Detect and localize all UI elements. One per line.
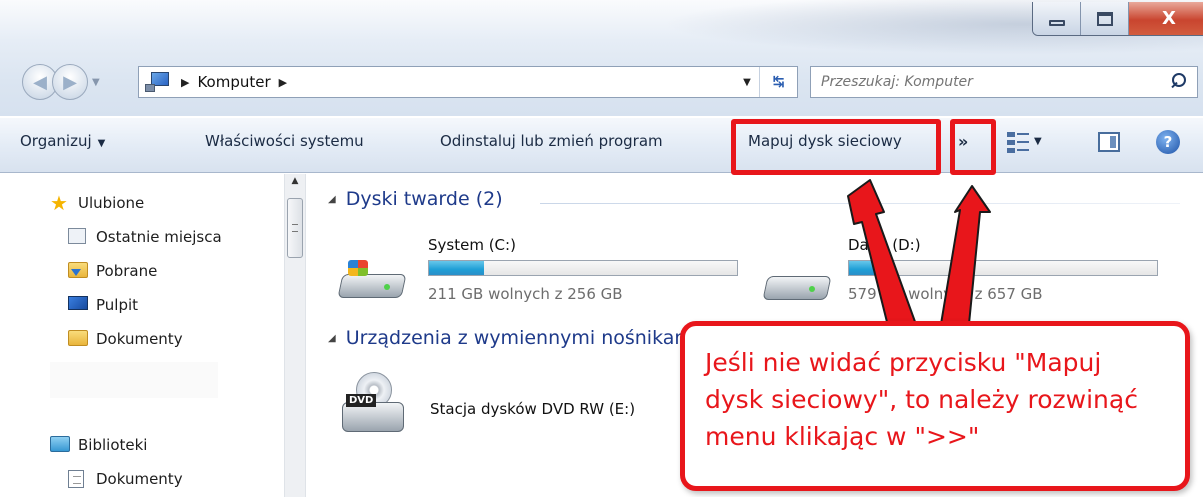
drive-usage-bar — [428, 260, 738, 276]
sidebar-item-label: Dokumenty — [96, 470, 183, 488]
collapse-triangle-icon[interactable]: ◢ — [328, 194, 336, 205]
drive-free-space: 579 GB wolnych z 657 GB — [848, 285, 1043, 303]
document-icon — [68, 470, 84, 488]
sidebar-item-recent-places[interactable]: Ostatnie miejsca — [68, 228, 222, 246]
group-header-label: Dyski twarde (2) — [345, 188, 503, 210]
sidebar-item-label: Ulubione — [78, 194, 145, 212]
group-header-hard-drives[interactable]: ◢ Dyski twarde (2) — [328, 188, 503, 210]
drive-name[interactable]: Dane (D:) — [848, 236, 921, 254]
highlight-map-drive — [731, 119, 941, 175]
star-icon: ★ — [50, 191, 68, 215]
highlight-more-button — [950, 119, 996, 175]
maximize-icon — [1096, 11, 1113, 26]
breadcrumb-arrow-icon[interactable]: ▶ — [181, 76, 189, 89]
forward-button[interactable]: ▶ — [52, 64, 88, 100]
sidebar-scrollbar[interactable]: ▲ — [284, 174, 306, 497]
desktop-icon — [68, 296, 88, 310]
address-bar[interactable]: ▶ Komputer ▶ ▼ ↹ — [138, 66, 798, 98]
drive-usage-fill — [429, 261, 485, 275]
command-bar: Organizuj ▼ Właściwości systemu Odinstalu… — [0, 118, 1203, 173]
organize-menu[interactable]: Organizuj ▼ — [20, 132, 105, 150]
group-header-label: Urządzenia z wymiennymi nośnikami (1) — [345, 327, 732, 349]
close-button[interactable]: X — [1129, 2, 1203, 35]
breadcrumb-computer[interactable]: Komputer — [197, 73, 270, 91]
preview-pane-icon[interactable] — [1098, 132, 1120, 152]
title-bar: X — [0, 0, 1203, 116]
documents-folder-icon — [68, 330, 88, 346]
sidebar-item-label: Biblioteki — [78, 436, 148, 454]
recent-places-icon — [68, 228, 86, 244]
refresh-button[interactable]: ↹ — [759, 67, 797, 97]
help-icon[interactable]: ? — [1156, 130, 1180, 154]
blank-area — [50, 362, 218, 398]
libraries-icon — [50, 436, 70, 452]
breadcrumb-arrow-icon[interactable]: ▶ — [279, 76, 287, 89]
group-header-removable[interactable]: ◢ Urządzenia z wymiennymi nośnikami (1) — [328, 327, 731, 349]
sidebar-item-favorites[interactable]: ★ Ulubione — [50, 191, 145, 215]
sidebar-item-downloads[interactable]: Pobrane — [68, 262, 157, 280]
drive-free-space: 211 GB wolnych z 256 GB — [428, 285, 623, 303]
sidebar-item-library-documents[interactable]: Dokumenty — [68, 470, 183, 488]
scroll-up-icon[interactable]: ▲ — [285, 176, 305, 194]
sidebar-item-documents[interactable]: Dokumenty — [68, 330, 183, 348]
minimize-icon — [1048, 19, 1065, 26]
hard-drive-icon[interactable] — [762, 258, 832, 304]
search-box[interactable] — [810, 66, 1198, 98]
navigation-pane: ★ Ulubione Ostatnie miejsca Pobrane Pulpi… — [0, 174, 284, 497]
close-icon: X — [1162, 8, 1176, 29]
collapse-triangle-icon[interactable]: ◢ — [328, 333, 336, 344]
sidebar-item-label: Pulpit — [96, 296, 139, 314]
drive-usage-fill — [849, 261, 886, 275]
sidebar-item-libraries[interactable]: Biblioteki — [50, 436, 147, 454]
hard-drive-windows-icon[interactable] — [337, 256, 407, 302]
recent-pages-dropdown-icon[interactable]: ▼ — [92, 77, 100, 88]
computer-icon — [145, 72, 173, 92]
system-properties-button[interactable]: Właściwości systemu — [205, 132, 364, 150]
dvd-drive-icon[interactable]: DVD — [342, 372, 404, 442]
minimize-button[interactable] — [1033, 2, 1081, 35]
sidebar-item-desktop[interactable]: Pulpit — [68, 296, 138, 314]
forward-arrow-icon: ▶ — [63, 71, 77, 93]
dvd-label: DVD — [346, 394, 377, 407]
sidebar-item-label: Ostatnie miejsca — [96, 228, 222, 246]
organize-label: Organizuj — [20, 132, 92, 150]
group-divider — [540, 203, 1180, 204]
change-view-icon[interactable] — [1007, 130, 1029, 154]
chevron-down-icon: ▼ — [97, 138, 106, 149]
maximize-button[interactable] — [1081, 2, 1129, 35]
refresh-icon: ↹ — [772, 74, 785, 90]
uninstall-program-button[interactable]: Odinstaluj lub zmień program — [440, 132, 663, 150]
search-input[interactable] — [821, 74, 1165, 90]
scrollbar-thumb[interactable] — [287, 198, 303, 258]
address-dropdown-icon[interactable]: ▼ — [735, 77, 759, 88]
navigation-buttons: ◀ ▶ ▼ — [22, 64, 100, 100]
sidebar-item-label: Dokumenty — [96, 330, 183, 348]
search-icon[interactable] — [1165, 69, 1191, 95]
sidebar-item-label: Pobrane — [96, 262, 158, 280]
drive-name[interactable]: System (C:) — [428, 236, 516, 254]
drive-usage-bar — [848, 260, 1158, 276]
window-controls: X — [1032, 2, 1203, 36]
dvd-drive-name[interactable]: Stacja dysków DVD RW (E:) — [430, 400, 635, 418]
annotation-callout: Jeśli nie widać przycisku "Mapuj dysk si… — [680, 321, 1190, 491]
back-arrow-icon: ◀ — [33, 71, 47, 93]
view-dropdown-icon[interactable]: ▼ — [1034, 136, 1042, 147]
downloads-folder-icon — [68, 262, 88, 278]
